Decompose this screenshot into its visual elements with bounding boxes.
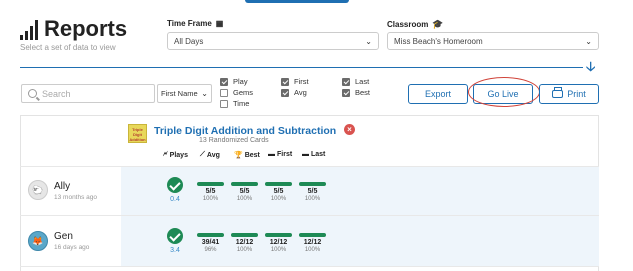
stat-cell: 5/5 100% — [299, 182, 326, 203]
trophy-icon: 🏆 — [234, 152, 243, 159]
plays-value: 0.4 — [170, 196, 180, 203]
stat-cell: 12/12 100% — [265, 233, 292, 254]
table-row — [121, 167, 599, 215]
completed-check-icon — [167, 177, 183, 193]
student-last-seen: 13 months ago — [54, 194, 98, 201]
column-header-plays: 🗲 Plays — [163, 151, 188, 159]
page-title: Reports — [44, 16, 128, 41]
printer-icon — [552, 87, 564, 98]
checkbox-best[interactable]: Best — [342, 87, 370, 98]
chart-line-icon: ⟋ — [200, 151, 205, 158]
column-header-best: 🏆 Best — [234, 151, 260, 160]
highlight-annotation — [468, 77, 540, 107]
divider — [20, 67, 583, 68]
arrow-down-icon[interactable]: 🡣 — [586, 58, 595, 80]
student-name[interactable]: Ally — [54, 181, 70, 192]
card-icon: ▬ — [268, 151, 275, 158]
bar-chart-icon — [20, 20, 38, 40]
search-input[interactable]: Search — [21, 84, 155, 103]
page-subtitle: Select a set of data to view — [20, 43, 116, 52]
search-icon — [28, 89, 37, 98]
checkbox-group-2: First Avg — [281, 76, 309, 98]
checkbox-gems[interactable]: Gems — [220, 87, 253, 98]
stat-cell: 12/12 100% — [299, 233, 326, 254]
checkbox-group-1: Play Gems Time — [220, 76, 253, 109]
checkbox-first[interactable]: First — [281, 76, 309, 87]
chevron-down-icon: ⌄ — [585, 36, 592, 46]
checkbox-avg[interactable]: Avg — [281, 87, 309, 98]
column-header-last: ▬ Last — [302, 151, 326, 158]
checkbox-group-3: Last Best — [342, 76, 370, 98]
stat-cell: 39/41 96% — [197, 233, 224, 254]
row-divider — [20, 266, 599, 267]
plays-value: 3.4 — [170, 247, 180, 254]
stat-cell: 5/5 100% — [197, 182, 224, 203]
print-button[interactable]: Print — [539, 84, 599, 104]
avatar: 🐑 — [28, 180, 48, 200]
column-header-first: ▬ First — [268, 151, 293, 158]
student-last-seen: 16 days ago — [54, 244, 90, 251]
time-frame-label: Time Frame ▦ — [167, 19, 224, 28]
checkbox-play[interactable]: Play — [220, 76, 253, 87]
chevron-down-icon: ⌄ — [365, 36, 372, 46]
activity-thumbnail: Triple Digit Addition — [128, 124, 147, 143]
plays-icon: 🗲 — [163, 151, 168, 158]
completed-check-icon — [167, 228, 183, 244]
checkbox-time[interactable]: Time — [220, 98, 253, 109]
stat-cell: 12/12 100% — [231, 233, 258, 254]
export-button[interactable]: Export — [408, 84, 468, 104]
top-nav-indicator — [245, 0, 349, 3]
sort-select[interactable]: First Name ⌄ — [157, 84, 212, 103]
avatar: 🦊 — [28, 231, 48, 251]
graduation-cap-icon: 🎓 — [432, 19, 444, 29]
checkbox-last[interactable]: Last — [342, 76, 370, 87]
classroom-select[interactable]: Miss Beach's Homeroom ⌄ — [387, 32, 599, 50]
calendar-icon: ▦ — [215, 19, 224, 28]
activity-subtitle: 13 Randomized Cards — [199, 137, 269, 144]
close-icon[interactable]: × — [344, 124, 355, 135]
card-icon: ▬ — [302, 151, 309, 158]
column-header-avg: ⟋ Avg — [200, 151, 220, 159]
chevron-down-icon: ⌄ — [201, 89, 208, 98]
stat-cell: 5/5 100% — [231, 182, 258, 203]
table-row — [121, 216, 599, 266]
time-frame-select[interactable]: All Days ⌄ — [167, 32, 379, 50]
stat-cell: 5/5 100% — [265, 182, 292, 203]
classroom-label: Classroom 🎓 — [387, 19, 444, 29]
student-name[interactable]: Gen — [54, 231, 73, 242]
reports-header: Reports Select a set of data to view — [20, 18, 127, 52]
activity-title[interactable]: Triple Digit Addition and Subtraction — [154, 125, 336, 137]
